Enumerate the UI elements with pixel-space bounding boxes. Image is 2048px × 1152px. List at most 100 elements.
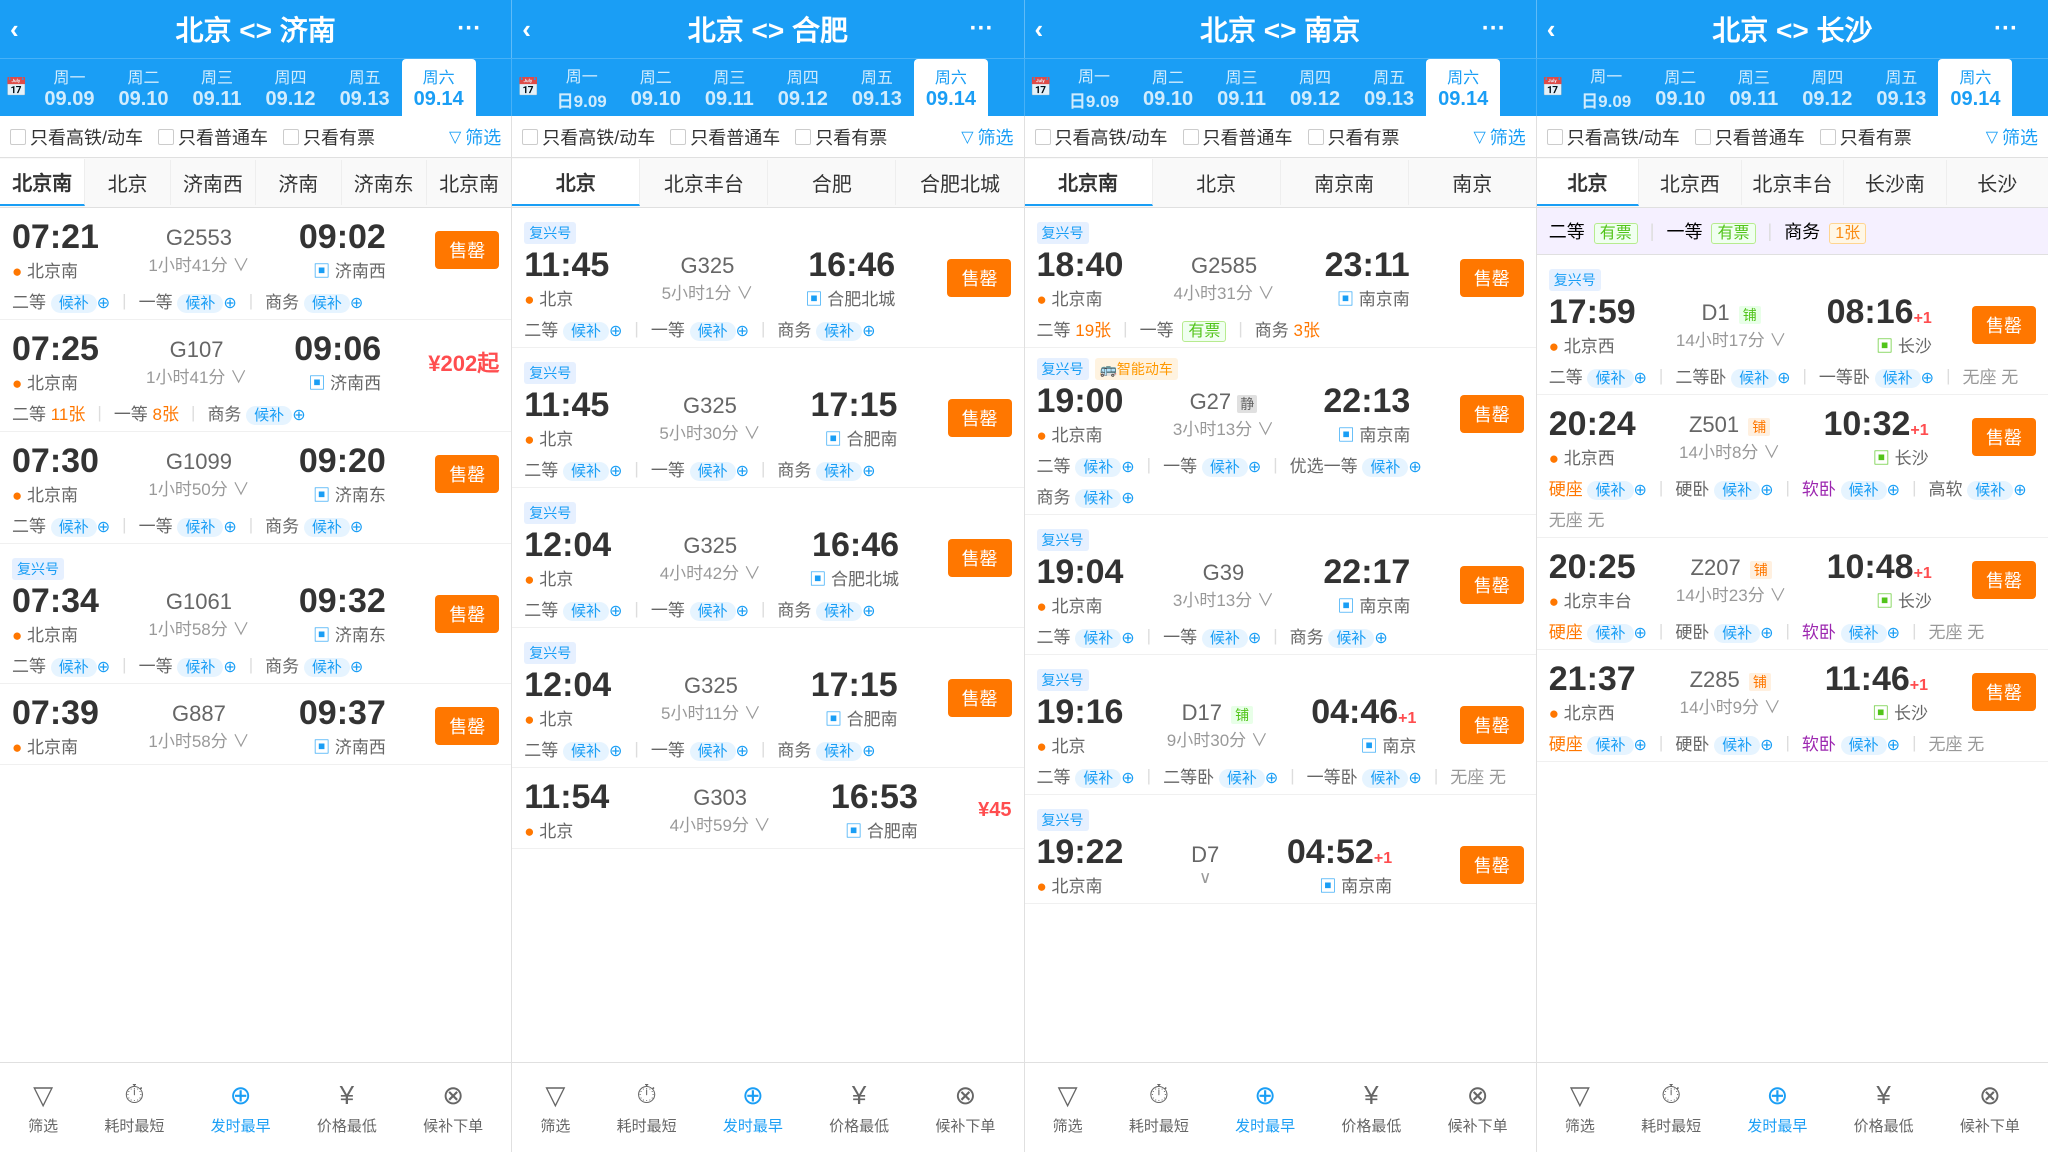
toolbar-waitlist-2[interactable]: ⊗ 候补下单 bbox=[935, 1080, 995, 1136]
waitlist-plus-2nd-g2553[interactable]: ⊕ bbox=[97, 295, 110, 312]
toolbar-filter-4[interactable]: ▽ 筛选 bbox=[1565, 1080, 1595, 1136]
station-btn-bjft-4[interactable]: 北京丰台 bbox=[1742, 160, 1844, 205]
station-btn-bjft-2[interactable]: 北京丰台 bbox=[640, 160, 768, 205]
sell-button-d7[interactable]: 售罄 bbox=[1460, 846, 1524, 884]
waitlist-2nd-g1061[interactable]: 候补 bbox=[51, 658, 97, 677]
station-btn-hfbc-2[interactable]: 合肥北城 bbox=[896, 160, 1023, 205]
train-row-g325-2[interactable]: 复兴号 11:45 ● 北京 G325 5小时30分 ∨ 17:15 ▣ 合肥南… bbox=[512, 348, 1023, 488]
high-speed-filter-3[interactable]: 只看高铁/动车 bbox=[1035, 124, 1168, 150]
filter-button-3[interactable]: ▽筛选 bbox=[1473, 124, 1525, 150]
ticket-filter-1[interactable]: 只看有票 bbox=[283, 124, 375, 150]
day-item-mon-3[interactable]: 周一日9.09 bbox=[1057, 59, 1131, 116]
filter-button-2[interactable]: ▽筛选 bbox=[961, 124, 1013, 150]
day-item-tue-1[interactable]: 周二09.10 bbox=[106, 59, 180, 116]
waitlist-biz-g2553[interactable]: 候补 bbox=[304, 294, 350, 313]
train-row-d7-partial[interactable]: 复兴号 19:22 ● 北京南 D7 ∨ 04:52+1 ▣ 南京南 售罄 bbox=[1025, 795, 1536, 904]
filter-button-1[interactable]: ▽筛选 bbox=[449, 124, 501, 150]
nav-left-3[interactable]: ‹ bbox=[1035, 14, 1044, 45]
waitlist-biz-g1061[interactable]: 候补 bbox=[304, 658, 350, 677]
day-item-fri-3[interactable]: 周五09.13 bbox=[1352, 59, 1426, 116]
toolbar-fastest-1[interactable]: ⏱ 耗时最短 bbox=[104, 1079, 164, 1136]
train-row-g1061[interactable]: 复兴号 07:34 ● 北京南 G1061 1小时58分 ∨ 09:32 ▣ 济… bbox=[0, 544, 511, 684]
toolbar-waitlist-1[interactable]: ⊗ 候补下单 bbox=[423, 1080, 483, 1136]
sell-button-g325-3[interactable]: 售罄 bbox=[948, 539, 1012, 577]
station-btn-bjx-4[interactable]: 北京西 bbox=[1639, 160, 1741, 205]
waitlist-1st-g1061[interactable]: 候补 bbox=[177, 658, 223, 677]
day-item-tue-3[interactable]: 周二09.10 bbox=[1131, 59, 1205, 116]
day-item-thu-2[interactable]: 周四09.12 bbox=[766, 59, 840, 116]
nav-left-2[interactable]: ‹ bbox=[522, 14, 531, 45]
station-btn-bj-3[interactable]: 北京 bbox=[1153, 160, 1281, 205]
day-item-tue-4[interactable]: 周二09.10 bbox=[1643, 59, 1717, 116]
sell-button-g2585[interactable]: 售罄 bbox=[1460, 259, 1524, 297]
station-btn-jnd-1[interactable]: 济南东 bbox=[342, 160, 427, 205]
station-btn-bj-1[interactable]: 北京 bbox=[85, 160, 170, 205]
station-btn-jnx-1[interactable]: 济南西 bbox=[171, 160, 256, 205]
toolbar-waitlist-3[interactable]: ⊗ 候补下单 bbox=[1448, 1080, 1508, 1136]
train-row-g325-4[interactable]: 复兴号 12:04 ● 北京 G325 5小时11分 ∨ 17:15 ▣ 合肥南… bbox=[512, 628, 1023, 768]
ticket-filter-4[interactable]: 只看有票 bbox=[1820, 124, 1912, 150]
calendar-icon-4[interactable]: 📅 bbox=[1542, 77, 1564, 98]
train-row-g2553[interactable]: 07:21 ● 北京南 G2553 1小时41分 ∨ 09:02 ▣ 济南西 售… bbox=[0, 208, 511, 320]
train-row-z501[interactable]: 20:24 ● 北京西 Z501 铺 14小时8分 ∨ 10:32+1 ▣ 长沙… bbox=[1537, 395, 2048, 538]
train-row-g1099[interactable]: 07:30 ● 北京南 G1099 1小时50分 ∨ 09:20 ▣ 济南东 售… bbox=[0, 432, 511, 544]
station-btn-nj-3[interactable]: 南京 bbox=[1409, 160, 1536, 205]
normal-filter-1[interactable]: 只看普通车 bbox=[158, 124, 268, 150]
waitlist-plus-biz-g2553[interactable]: ⊕ bbox=[350, 295, 363, 312]
day-item-fri-2[interactable]: 周五09.13 bbox=[840, 59, 914, 116]
station-btn-bjs-3[interactable]: 北京南 bbox=[1025, 159, 1153, 206]
day-item-sat-1[interactable]: 周六09.14 bbox=[402, 59, 476, 116]
sell-button-z501[interactable]: 售罄 bbox=[1972, 418, 2036, 456]
normal-filter-4[interactable]: 只看普通车 bbox=[1695, 124, 1805, 150]
toolbar-fastest-4[interactable]: ⏱ 耗时最短 bbox=[1641, 1079, 1701, 1136]
high-speed-filter-1[interactable]: 只看高铁/动车 bbox=[10, 124, 143, 150]
sell-button-g325-2[interactable]: 售罄 bbox=[948, 399, 1012, 437]
day-item-thu-4[interactable]: 周四09.12 bbox=[1790, 59, 1864, 116]
day-item-fri-4[interactable]: 周五09.13 bbox=[1864, 59, 1938, 116]
toolbar-filter-2[interactable]: ▽ 筛选 bbox=[540, 1080, 570, 1136]
day-item-mon-1[interactable]: 周一09.09 bbox=[32, 59, 106, 116]
day-item-sat-2[interactable]: 周六09.14 bbox=[914, 59, 988, 116]
toolbar-filter-1[interactable]: ▽ 筛选 bbox=[28, 1080, 58, 1136]
day-item-wed-2[interactable]: 周三09.11 bbox=[693, 59, 766, 116]
route-menu-1[interactable]: ··· bbox=[457, 15, 481, 43]
station-btn-njs-3[interactable]: 南京南 bbox=[1281, 160, 1409, 205]
calendar-icon-3[interactable]: 📅 bbox=[1030, 77, 1052, 98]
day-item-tue-2[interactable]: 周二09.10 bbox=[619, 59, 693, 116]
sell-button-g325-4[interactable]: 售罄 bbox=[948, 679, 1012, 717]
ticket-filter-3[interactable]: 只看有票 bbox=[1308, 124, 1400, 150]
sell-button-g325-1[interactable]: 售罄 bbox=[947, 259, 1011, 297]
station-btn-bj-4[interactable]: 北京 bbox=[1537, 159, 1639, 206]
train-row-g27[interactable]: 复兴号 🚌智能动车 19:00 ● 北京南 G27 静 3小时13分 ∨ 22:… bbox=[1025, 348, 1536, 515]
station-btn-hf-2[interactable]: 合肥 bbox=[768, 160, 896, 205]
train-row-g2585[interactable]: 复兴号 18:40 ● 北京南 G2585 4小时31分 ∨ 23:11 ▣ 南… bbox=[1025, 208, 1536, 348]
toolbar-cheapest-1[interactable]: ¥ 价格最低 bbox=[317, 1080, 377, 1136]
filter-button-4[interactable]: ▽筛选 bbox=[1986, 124, 2038, 150]
day-item-sat-3[interactable]: 周六09.14 bbox=[1426, 59, 1500, 116]
station-btn-cs-4[interactable]: 长沙 bbox=[1947, 160, 2048, 205]
day-item-mon-2[interactable]: 周一日9.09 bbox=[545, 59, 619, 116]
day-item-thu-1[interactable]: 周四09.12 bbox=[254, 59, 328, 116]
train-row-z207[interactable]: 20:25 ● 北京丰台 Z207 铺 14小时23分 ∨ 10:48+1 ▣ … bbox=[1537, 538, 2048, 650]
waitlist-plus-biz-g107[interactable]: ⊕ bbox=[292, 407, 305, 424]
route-menu-2[interactable]: ··· bbox=[970, 15, 994, 43]
train-row-g107[interactable]: 07:25 ● 北京南 G107 1小时41分 ∨ 09:06 ▣ 济南西 ¥2… bbox=[0, 320, 511, 432]
train-row-g325-3[interactable]: 复兴号 12:04 ● 北京 G325 4小时42分 ∨ 16:46 ▣ 合肥北… bbox=[512, 488, 1023, 628]
train-row-g325-1[interactable]: 复兴号 11:45 ● 北京 G325 5小时1分 ∨ 16:46 ▣ 合肥北城… bbox=[512, 208, 1023, 348]
train-row-g303[interactable]: 11:54 ● 北京 G303 4小时59分 ∨ 16:53 ▣ 合肥南 ¥45 bbox=[512, 768, 1023, 849]
ticket-filter-2[interactable]: 只看有票 bbox=[795, 124, 887, 150]
sell-button-d1[interactable]: 售罄 bbox=[1972, 306, 2036, 344]
route-menu-4[interactable]: ··· bbox=[1994, 15, 2018, 43]
high-speed-filter-2[interactable]: 只看高铁/动车 bbox=[522, 124, 655, 150]
toolbar-cheapest-3[interactable]: ¥ 价格最低 bbox=[1341, 1080, 1401, 1136]
train-row-g39[interactable]: 复兴号 19:04 ● 北京南 G39 3小时13分 ∨ 22:17 ▣ 南京南… bbox=[1025, 515, 1536, 655]
sell-button-g2553[interactable]: 售罄 bbox=[435, 231, 499, 269]
sell-button-z207[interactable]: 售罄 bbox=[1972, 561, 2036, 599]
train-row-z285[interactable]: 21:37 ● 北京西 Z285 铺 14小时9分 ∨ 11:46+1 ▣ 长沙… bbox=[1537, 650, 2048, 762]
toolbar-waitlist-4[interactable]: ⊗ 候补下单 bbox=[1960, 1080, 2020, 1136]
nav-left-4[interactable]: ‹ bbox=[1547, 14, 1556, 45]
toolbar-earliest-4[interactable]: ⊕ 发时最早 bbox=[1747, 1080, 1807, 1136]
train-row-d1[interactable]: 复兴号 17:59 ● 北京西 D1 铺 14小时17分 ∨ 08:16+1 ▣… bbox=[1537, 255, 2048, 395]
station-btn-bj-2[interactable]: 北京 bbox=[512, 159, 640, 206]
sell-button-g39[interactable]: 售罄 bbox=[1460, 566, 1524, 604]
